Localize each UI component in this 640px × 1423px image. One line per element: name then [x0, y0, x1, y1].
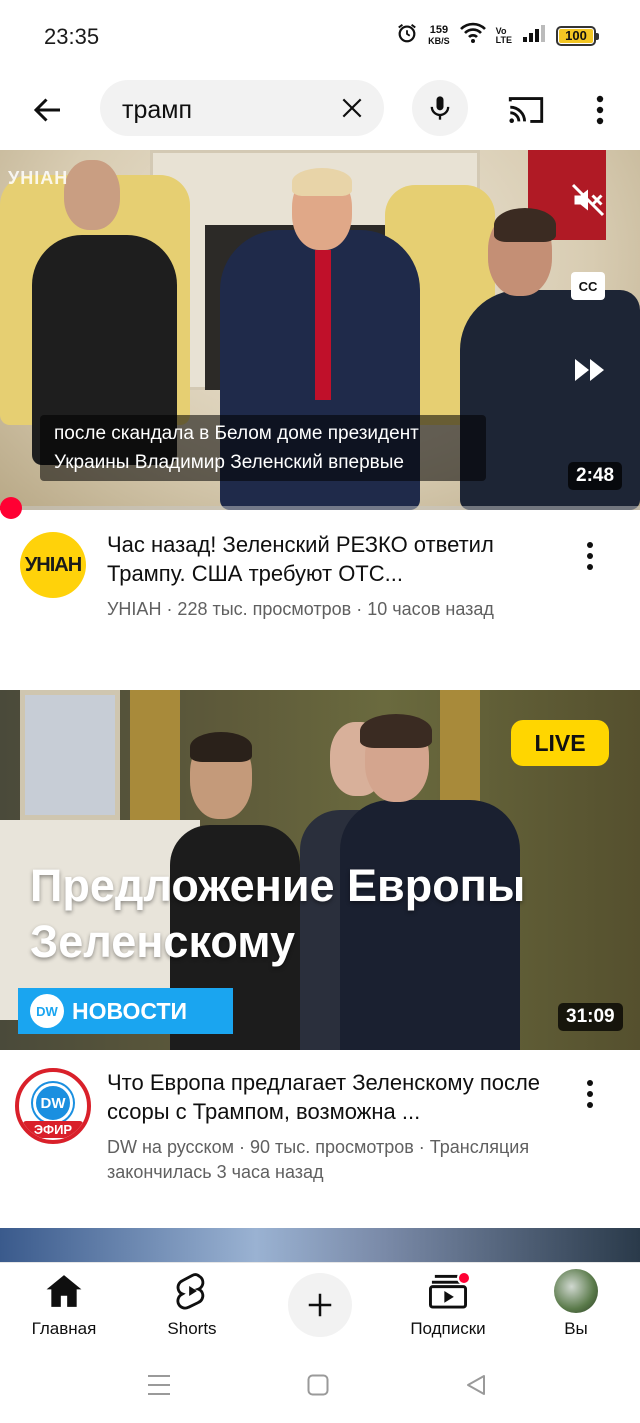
- battery-level: 100: [565, 28, 587, 43]
- clear-search-button[interactable]: [334, 90, 370, 126]
- video-subtitle: УНІАН · 228 тыс. просмотров · 10 часов н…: [107, 599, 494, 619]
- recents-menu-icon: [148, 1375, 170, 1395]
- back-button[interactable]: [24, 86, 72, 134]
- video-meta-2[interactable]: DW ЭФИР Что Европа предлагает Зеленскому…: [0, 1068, 640, 1198]
- video-thumbnail-2[interactable]: LIVE Предложение Европы Зеленскому DW НО…: [0, 690, 640, 1050]
- search-header: трамп: [0, 72, 640, 148]
- person-figure: [64, 160, 120, 230]
- video-duration: 31:09: [558, 1003, 623, 1031]
- fast-forward-icon: [575, 359, 604, 381]
- mute-button[interactable]: [566, 180, 610, 220]
- home-icon: [42, 1269, 86, 1313]
- captions-button[interactable]: CC: [571, 272, 605, 300]
- video-meta-1[interactable]: УНIАН Час назад! Зеленский РЕЗКО ответил…: [0, 530, 640, 660]
- net-speed-value: 159: [429, 23, 449, 36]
- video-thumbnail-1[interactable]: УНIАН CC после скандала в Белом доме пре…: [0, 150, 640, 510]
- window-decor: [20, 690, 120, 820]
- video-action-menu-button[interactable]: [570, 534, 610, 578]
- back-triangle-icon: [467, 1375, 485, 1395]
- video-thumbnail-3[interactable]: [0, 1228, 640, 1264]
- person-figure: [292, 168, 352, 196]
- nav-home[interactable]: Главная: [4, 1269, 124, 1349]
- search-input[interactable]: трамп: [100, 80, 384, 136]
- network-speed: 159 KB/S: [428, 23, 450, 47]
- playback-scrubber[interactable]: [0, 497, 22, 519]
- nav-create[interactable]: [260, 1269, 380, 1349]
- recents-button[interactable]: [139, 1370, 179, 1400]
- nav-shorts[interactable]: Shorts: [132, 1269, 252, 1349]
- cast-icon: [508, 97, 544, 123]
- video-title[interactable]: Час назад! Зеленский РЕЗКО ответил Трамп…: [107, 530, 547, 588]
- more-vert-icon: [596, 95, 604, 125]
- video-subtitle: DW на русском · 90 тыс. просмотров · Тра…: [107, 1137, 530, 1182]
- more-vert-icon: [587, 1080, 593, 1108]
- nav-you[interactable]: Вы: [516, 1269, 636, 1349]
- channel-avatar[interactable]: DW ЭФИР: [15, 1068, 91, 1144]
- muted-speaker-icon: [571, 183, 605, 217]
- back-arrow-icon: [33, 98, 60, 122]
- live-badge: LIVE: [511, 720, 609, 766]
- video-title[interactable]: Что Европа предлагает Зеленскому после с…: [107, 1068, 547, 1126]
- create-plus-icon: [288, 1273, 352, 1337]
- fast-forward-button[interactable]: [568, 350, 612, 390]
- nav-label: Подписки: [410, 1319, 486, 1338]
- signal-icon: [522, 23, 546, 48]
- channel-avatar[interactable]: УНIАН: [20, 532, 86, 598]
- status-bar: 23:35 159 KB/S Vo LTE 100: [0, 0, 640, 72]
- cast-button[interactable]: [502, 86, 550, 134]
- system-navigation-bar: [0, 1350, 640, 1423]
- dw-logo: DW: [30, 994, 64, 1028]
- playback-progress-bar[interactable]: [0, 506, 640, 510]
- nav-label: Shorts: [167, 1319, 217, 1338]
- notification-dot: [457, 1271, 471, 1285]
- shorts-icon: [170, 1269, 214, 1313]
- nav-subscriptions[interactable]: Подписки: [388, 1269, 508, 1349]
- person-figure: [360, 714, 432, 748]
- person-figure: [190, 732, 252, 762]
- bottom-navigation: Главная Shorts Подписки Вы: [0, 1262, 640, 1350]
- dw-logo: DW: [33, 1083, 73, 1123]
- alarm-icon: [396, 22, 418, 49]
- system-back-button[interactable]: [456, 1370, 496, 1400]
- avatar-badge: ЭФИР: [23, 1121, 83, 1138]
- video-caption: после скандала в Белом доме президент Ук…: [40, 415, 486, 481]
- microphone-icon: [430, 96, 450, 120]
- home-square-icon: [307, 1374, 329, 1396]
- banner-text: НОВОСТИ: [72, 997, 188, 1024]
- system-home-button[interactable]: [298, 1370, 338, 1400]
- volte-bottom: LTE: [495, 34, 512, 45]
- voice-search-button[interactable]: [412, 80, 468, 136]
- video-duration: 2:48: [568, 462, 623, 490]
- person-figure: [315, 250, 331, 400]
- wifi-icon: [459, 22, 486, 49]
- video-action-menu-button[interactable]: [570, 1072, 610, 1116]
- dw-news-banner: DW НОВОСТИ: [18, 988, 233, 1034]
- channel-watermark: УНIАН: [8, 168, 69, 188]
- search-query: трамп: [122, 96, 192, 124]
- nav-label: Главная: [31, 1319, 97, 1338]
- nav-label: Вы: [564, 1319, 588, 1338]
- battery-icon: 100: [556, 25, 599, 46]
- status-time: 23:35: [44, 24, 100, 49]
- person-figure: [494, 208, 556, 242]
- clear-icon: [342, 98, 362, 118]
- profile-avatar: [554, 1269, 598, 1313]
- volte-indicator: Vo LTE: [495, 26, 512, 45]
- more-options-button[interactable]: [580, 86, 620, 134]
- thumbnail-overlay-title: Предложение Европы Зеленскому: [30, 860, 526, 967]
- more-vert-icon: [587, 542, 593, 570]
- net-speed-unit: KB/S: [428, 35, 450, 46]
- status-icons: 159 KB/S Vo LTE 100: [396, 22, 599, 49]
